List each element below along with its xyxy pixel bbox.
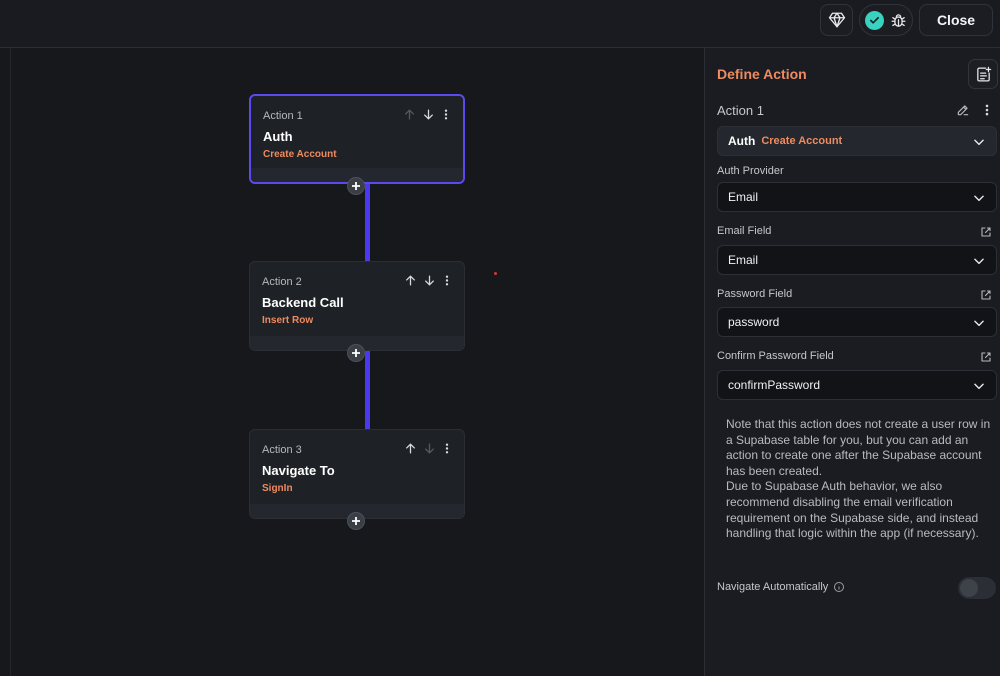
gem-button[interactable]: [820, 4, 853, 36]
action-type-dropdown[interactable]: Auth Create Account: [717, 126, 997, 156]
edit-field-icon[interactable]: [980, 226, 992, 238]
action-type: Auth: [728, 134, 756, 148]
status-debug-pill[interactable]: [859, 4, 913, 36]
more-vertical-icon[interactable]: [442, 274, 452, 287]
edit-field-icon[interactable]: [980, 351, 992, 363]
arrow-up-icon[interactable]: [404, 274, 417, 287]
action-card-3[interactable]: Action 3 Navigate To SignIn: [249, 429, 465, 519]
chevron-down-icon: [974, 383, 984, 390]
action-title: Navigate To: [262, 463, 335, 478]
auth-provider-label: Auth Provider: [717, 165, 784, 177]
action-name: Action 1: [717, 103, 764, 118]
plus-icon: [352, 182, 360, 190]
navigate-automatically-row: Navigate Automatically: [717, 581, 845, 593]
check-circle-icon: [865, 10, 884, 30]
bug-icon: [891, 13, 906, 27]
navigate-automatically-toggle[interactable]: [958, 577, 996, 599]
action-subtitle: Create Account: [263, 149, 337, 160]
arrow-down-icon[interactable]: [423, 442, 436, 455]
navigate-automatically-label: Navigate Automatically: [717, 581, 829, 593]
chevron-down-icon: [974, 258, 984, 265]
note-paragraph: Due to Supabase Auth behavior, we also r…: [726, 479, 979, 541]
gem-icon: [828, 12, 845, 28]
more-vertical-icon[interactable]: [442, 442, 452, 455]
add-action-button[interactable]: [347, 512, 365, 530]
action-subtitle: SignIn: [262, 483, 293, 494]
confirm-password-field-value: confirmPassword: [728, 378, 821, 392]
email-field-dropdown[interactable]: Email: [717, 245, 997, 275]
action-card-2[interactable]: Action 2 Backend Call Insert Row: [249, 261, 465, 351]
arrow-up-icon[interactable]: [403, 108, 416, 121]
notes-button[interactable]: [968, 59, 998, 89]
add-action-button[interactable]: [347, 344, 365, 362]
more-vertical-icon[interactable]: [983, 103, 991, 117]
confirm-password-field-dropdown[interactable]: confirmPassword: [717, 370, 997, 400]
action-card-1[interactable]: Action 1 Auth Create Account: [249, 94, 465, 184]
password-field-dropdown[interactable]: password: [717, 307, 997, 337]
email-field-value: Email: [728, 253, 759, 267]
email-field-label: Email Field: [717, 225, 772, 237]
notes-add-icon: [976, 66, 991, 82]
panel-title: Define Action: [717, 66, 807, 82]
confirm-password-field-label: Confirm Password Field: [717, 350, 834, 362]
action-subtype: Create Account: [761, 135, 843, 147]
chevron-down-icon: [974, 139, 984, 146]
info-note: Note that this action does not create a …: [726, 417, 992, 542]
password-field-value: password: [728, 315, 780, 329]
action-title: Auth: [263, 129, 293, 144]
plus-icon: [352, 349, 360, 357]
top-toolbar: Close: [0, 0, 1000, 48]
action-label: Action 2: [262, 276, 302, 288]
close-button[interactable]: Close: [919, 4, 993, 36]
action-label: Action 3: [262, 444, 302, 456]
arrow-down-icon[interactable]: [423, 274, 436, 287]
define-action-panel: Define Action Action 1 Auth Create Accou…: [704, 48, 1000, 676]
chevron-down-icon: [974, 320, 984, 327]
edit-pencil-icon[interactable]: [956, 103, 970, 117]
note-paragraph: Note that this action does not create a …: [726, 417, 991, 478]
flow-connector: [365, 350, 370, 430]
toggle-knob: [960, 579, 978, 597]
arrow-down-icon[interactable]: [422, 108, 435, 121]
action-subtitle: Insert Row: [262, 315, 314, 326]
edit-field-icon[interactable]: [980, 289, 992, 301]
more-vertical-icon[interactable]: [441, 108, 451, 121]
plus-icon: [352, 517, 360, 525]
action-title: Backend Call: [262, 295, 344, 310]
add-action-button[interactable]: [347, 177, 365, 195]
auth-provider-value: Email: [728, 190, 759, 204]
canvas-marker: [494, 272, 497, 275]
password-field-label: Password Field: [717, 288, 793, 300]
arrow-up-icon[interactable]: [404, 442, 417, 455]
auth-provider-dropdown[interactable]: Email: [717, 182, 997, 212]
info-icon[interactable]: [833, 581, 845, 593]
flow-connector: [365, 182, 370, 262]
action-label: Action 1: [263, 110, 303, 122]
chevron-down-icon: [974, 195, 984, 202]
